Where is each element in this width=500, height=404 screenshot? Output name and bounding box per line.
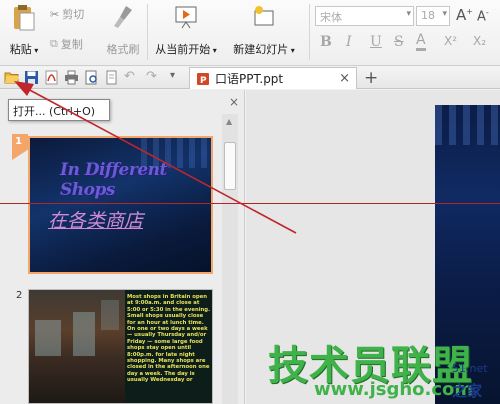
watermark-side-text: 之家 — [452, 382, 483, 400]
watermark-url: www.jsgho.com — [314, 379, 474, 400]
watermark-side-text: 51.net — [452, 362, 488, 375]
